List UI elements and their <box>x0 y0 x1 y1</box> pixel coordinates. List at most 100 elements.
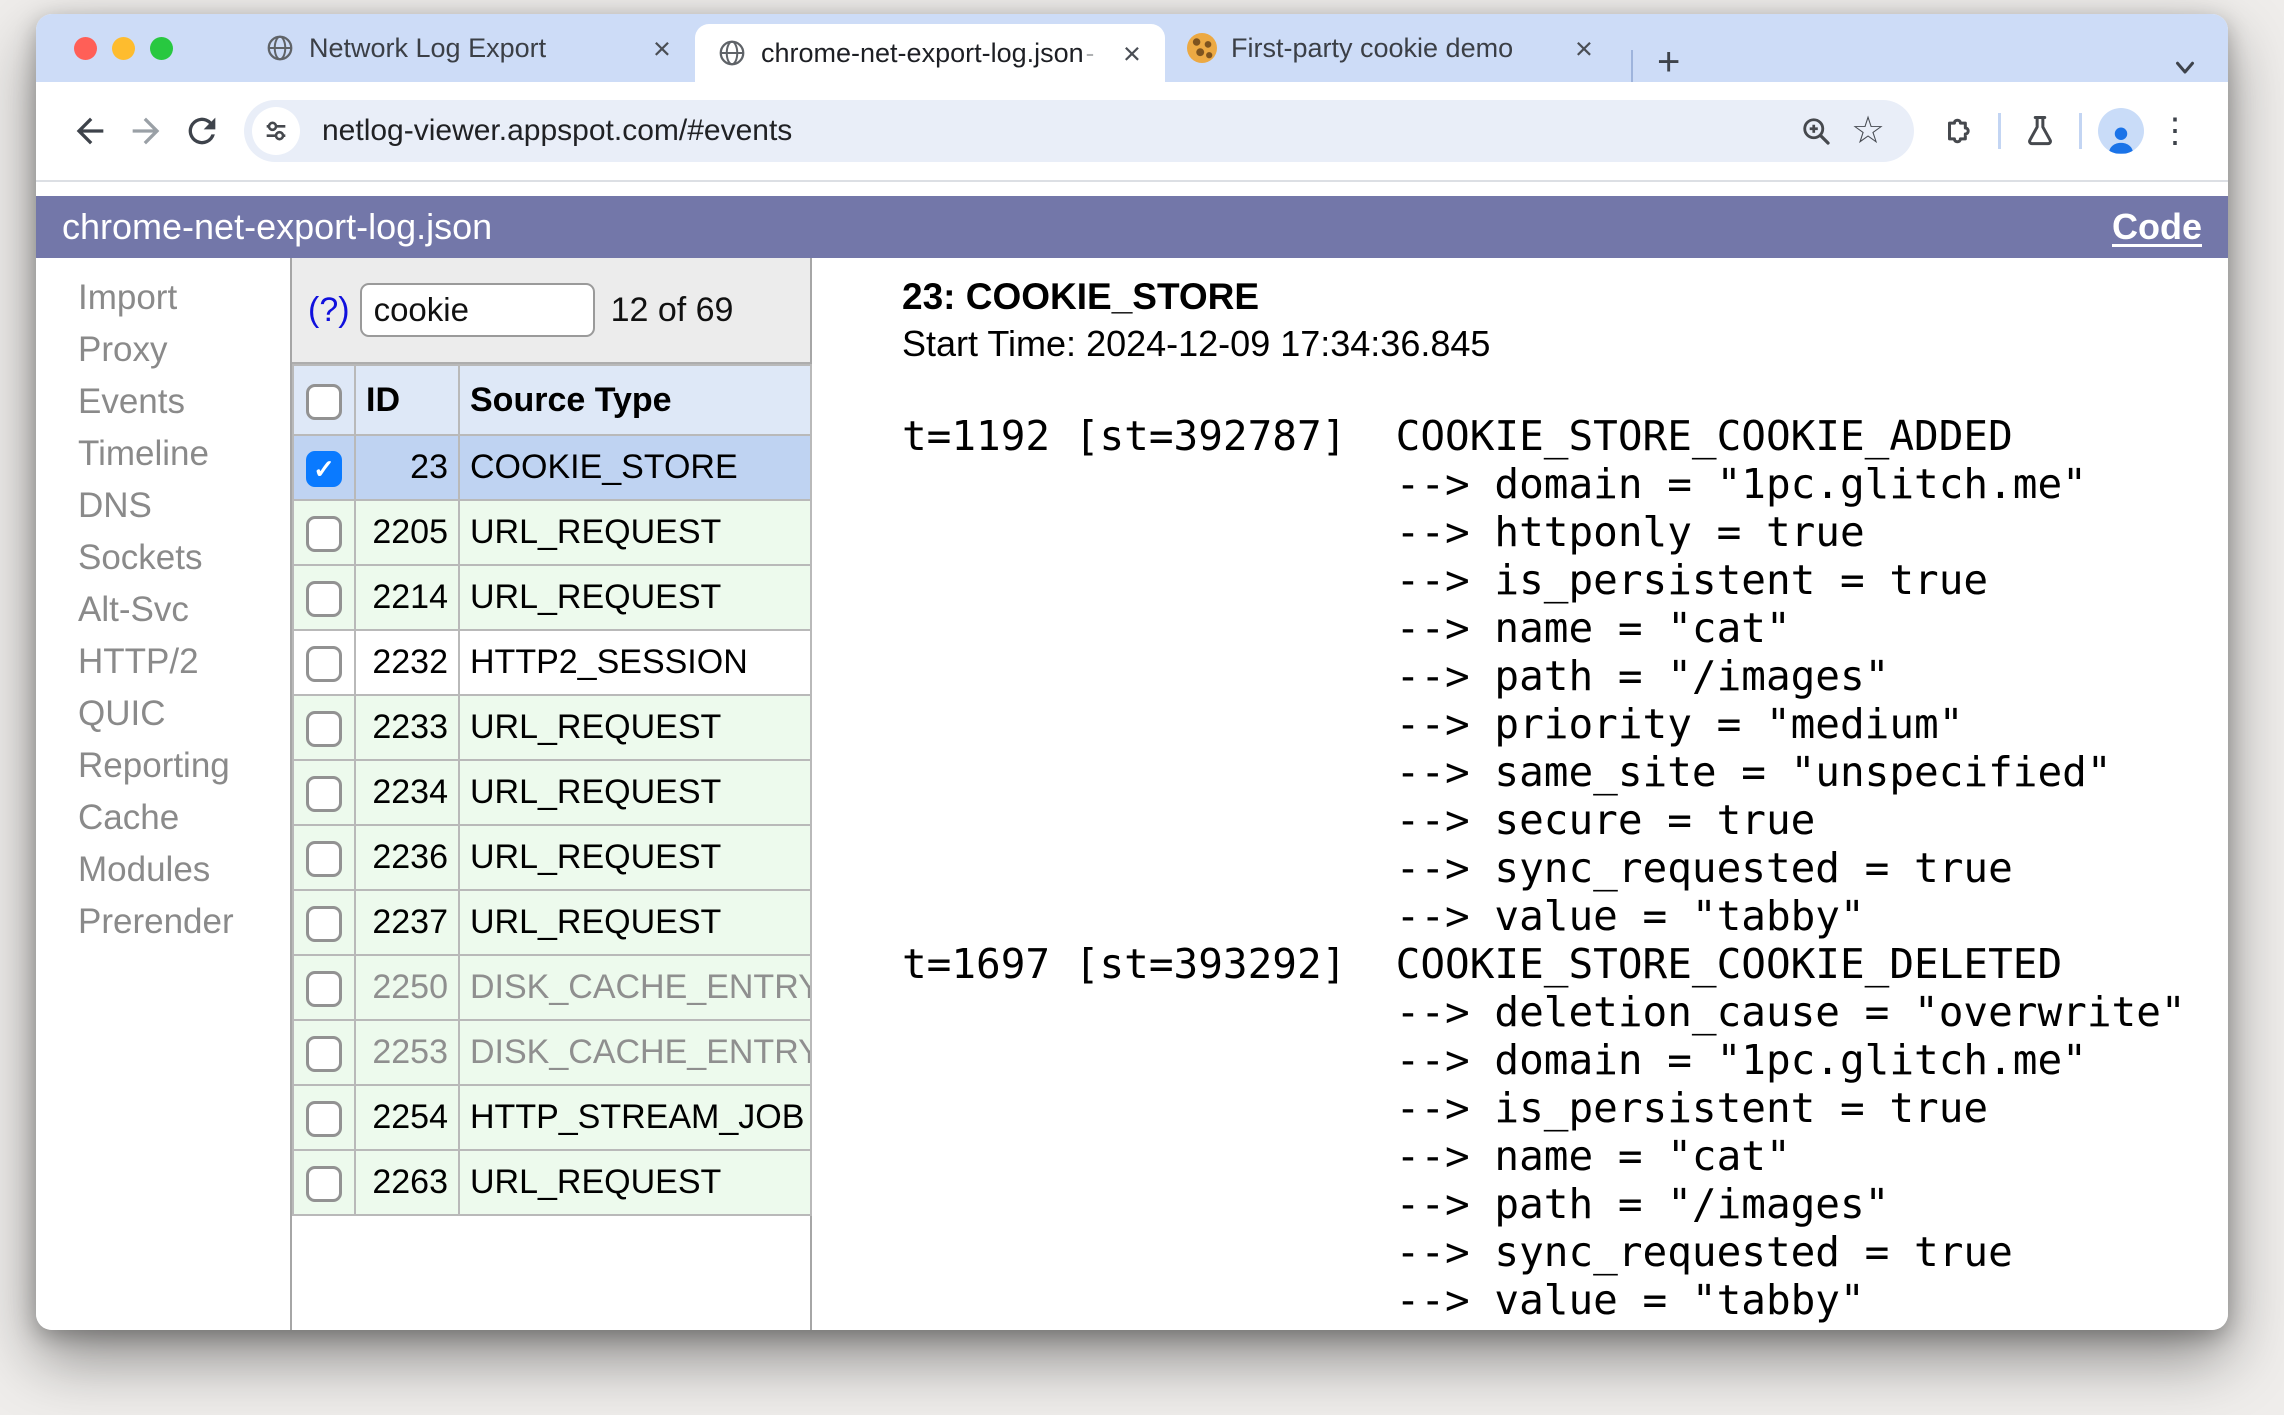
table-row[interactable]: 2232 HTTP2_SESSION <box>292 629 812 696</box>
row-checkbox[interactable] <box>306 906 342 942</box>
tab-network-log-export[interactable]: Network Log Export × <box>243 14 695 82</box>
tab-separator <box>1631 50 1633 82</box>
row-checkbox-cell <box>292 889 356 956</box>
address-bar[interactable]: netlog-viewer.appspot.com/#events ☆ <box>244 100 1914 162</box>
table-row[interactable]: 2263 URL_REQUEST <box>292 1149 812 1216</box>
table-row[interactable]: 2205 URL_REQUEST <box>292 499 812 566</box>
sidebar-item-cache[interactable]: Cache <box>78 792 290 844</box>
row-source-type: URL_REQUEST <box>458 564 812 631</box>
filter-count: 12 of 69 <box>610 290 734 329</box>
tab-overflow-chevron[interactable] <box>2170 52 2200 82</box>
zoom-page-button[interactable] <box>1790 105 1842 157</box>
row-checkbox-cell <box>292 759 356 826</box>
event-log: t=1192 [st=392787] COOKIE_STORE_COOKIE_A… <box>902 412 2186 1330</box>
sidebar-item-reporting[interactable]: Reporting <box>78 740 290 792</box>
magnifier-plus-icon <box>1803 118 1830 145</box>
row-source-type: DISK_CACHE_ENTRY <box>458 954 812 1021</box>
row-checkbox[interactable] <box>306 841 342 877</box>
table-row[interactable]: 2250 DISK_CACHE_ENTRY <box>292 954 812 1021</box>
table-row[interactable]: 2237 URL_REQUEST <box>292 889 812 956</box>
table-row[interactable]: ✓ 23 COOKIE_STORE <box>292 434 812 501</box>
row-checkbox[interactable] <box>306 646 342 682</box>
profile-button[interactable] <box>2094 104 2148 158</box>
row-checkbox[interactable] <box>306 971 342 1007</box>
row-checkbox[interactable] <box>306 516 342 552</box>
sidebar-item-modules[interactable]: Modules <box>78 844 290 896</box>
row-checkbox-cell <box>292 629 356 696</box>
row-checkbox-cell <box>292 1149 356 1216</box>
row-checkbox[interactable] <box>306 711 342 747</box>
tab-chrome-net-export-log[interactable]: chrome-net-export-log.json- × <box>695 24 1165 82</box>
row-id: 2232 <box>354 629 460 696</box>
loaded-filename: chrome-net-export-log.json <box>62 206 493 247</box>
browser-window: Network Log Export × chrome-net-export-l… <box>36 14 2228 1330</box>
reload-button[interactable] <box>174 103 230 159</box>
row-id: 2233 <box>354 694 460 761</box>
toolbar-separator <box>2079 113 2082 149</box>
cookie-icon <box>1187 33 1217 63</box>
close-tab-icon[interactable]: × <box>647 31 677 66</box>
table-header-row: ID Source Type <box>292 364 812 436</box>
window-controls <box>74 36 173 60</box>
table-row[interactable]: 2234 URL_REQUEST <box>292 759 812 826</box>
url-text[interactable]: netlog-viewer.appspot.com/#events <box>322 114 1790 148</box>
row-checkbox[interactable]: ✓ <box>306 451 342 487</box>
sidebar-item-sockets[interactable]: Sockets <box>78 532 290 584</box>
kebab-icon: ⋮ <box>2158 112 2192 150</box>
sidebar-item-altsvc[interactable]: Alt-Svc <box>78 584 290 636</box>
new-tab-button[interactable]: + <box>1647 42 1690 82</box>
close-tab-icon[interactable]: × <box>1569 31 1599 66</box>
table-row[interactable]: 2233 URL_REQUEST <box>292 694 812 761</box>
sidebar-item-timeline[interactable]: Timeline <box>78 428 290 480</box>
select-all-checkbox[interactable] <box>306 383 342 420</box>
table-row[interactable]: 2254 HTTP_STREAM_JOB <box>292 1084 812 1151</box>
sidebar-nav: Import Proxy Events Timeline DNS Sockets Alt-S… <box>36 258 290 1330</box>
events-table: ID Source Type ✓ 23 COOKIE_STORE 2205 URL_RE… <box>292 364 812 1216</box>
row-checkbox-cell <box>292 694 356 761</box>
tab-first-party-cookie-demo[interactable]: First-party cookie demo × <box>1165 14 1617 82</box>
toolbar-separator <box>1998 113 2001 149</box>
table-row[interactable]: 2214 URL_REQUEST <box>292 564 812 631</box>
row-checkbox[interactable] <box>306 1101 342 1137</box>
tabs: Network Log Export × chrome-net-export-l… <box>243 14 2228 82</box>
start-time-line: Start Time: 2024-12-09 17:34:36.845 <box>902 323 1491 364</box>
row-id: 2236 <box>354 824 460 891</box>
row-id: 2234 <box>354 759 460 826</box>
filter-input[interactable] <box>359 283 595 337</box>
person-icon <box>2108 127 2134 154</box>
table-row[interactable]: 2253 DISK_CACHE_ENTRY <box>292 1019 812 1086</box>
row-checkbox-cell <box>292 1084 356 1151</box>
menu-button[interactable]: ⋮ <box>2148 104 2202 158</box>
row-checkbox[interactable] <box>306 1166 342 1202</box>
netlog-viewer-page: chrome-net-export-log.json Code Import Pr… <box>36 182 2228 1330</box>
sidebar-item-quic[interactable]: QUIC <box>78 688 290 740</box>
row-checkbox[interactable] <box>306 581 342 617</box>
forward-arrow-icon <box>132 117 160 145</box>
globe-icon <box>267 35 293 61</box>
table-row[interactable]: 2236 URL_REQUEST <box>292 824 812 891</box>
sidebar-item-http2[interactable]: HTTP/2 <box>78 636 290 688</box>
sidebar-item-proxy[interactable]: Proxy <box>78 324 290 376</box>
filter-help-link[interactable]: (?) <box>308 291 350 330</box>
forward-button[interactable] <box>118 103 174 159</box>
sidebar-item-prerender[interactable]: Prerender <box>78 896 290 948</box>
experiments-button[interactable] <box>2013 104 2067 158</box>
site-info-button[interactable] <box>252 107 300 155</box>
star-icon: ☆ <box>1850 110 1886 152</box>
extensions-button[interactable] <box>1932 104 1986 158</box>
row-source-type: DISK_CACHE_ENTRY <box>458 1019 812 1086</box>
minimize-window-button[interactable] <box>112 36 135 60</box>
fullscreen-window-button[interactable] <box>150 36 173 60</box>
row-checkbox[interactable] <box>306 776 342 812</box>
sidebar-item-events[interactable]: Events <box>78 376 290 428</box>
sidebar-item-import[interactable]: Import <box>78 272 290 324</box>
tab-strip: Network Log Export × chrome-net-export-l… <box>36 14 2228 82</box>
code-link[interactable]: Code <box>2112 206 2202 248</box>
close-window-button[interactable] <box>74 36 97 60</box>
row-checkbox-cell <box>292 1019 356 1086</box>
close-tab-icon[interactable]: × <box>1117 36 1147 71</box>
bookmark-button[interactable]: ☆ <box>1842 105 1894 157</box>
sidebar-item-dns[interactable]: DNS <box>78 480 290 532</box>
row-checkbox[interactable] <box>306 1036 342 1072</box>
back-button[interactable] <box>62 103 118 159</box>
